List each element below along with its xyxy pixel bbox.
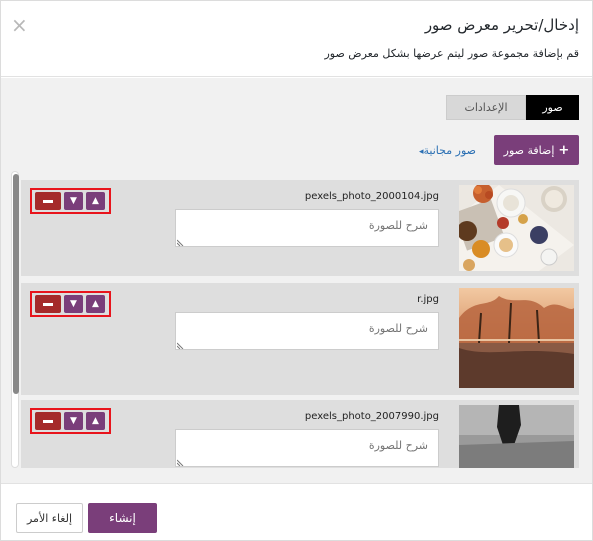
gallery-dialog: × إدخال/تحرير معرض صور قم بإضافة مجموعة … xyxy=(0,0,593,541)
gallery-item: pexels_photo_2007990.jpg ▼ ▲ xyxy=(21,400,579,468)
image-thumbnail xyxy=(459,185,574,271)
cancel-button[interactable]: إلغاء الأمر xyxy=(16,503,83,533)
dialog-footer: إنشاء إلغاء الأمر xyxy=(1,483,592,540)
close-icon[interactable]: × xyxy=(11,15,28,35)
move-down-button[interactable]: ▼ xyxy=(64,412,83,430)
image-thumbnail xyxy=(459,288,574,388)
move-up-button[interactable]: ▲ xyxy=(86,192,105,210)
image-filename: pexels_photo_2007990.jpg xyxy=(304,411,439,422)
resize-grip-icon[interactable] xyxy=(177,238,185,246)
move-up-button[interactable]: ▲ xyxy=(86,295,105,313)
remove-button[interactable] xyxy=(35,192,61,210)
add-images-button[interactable]: + إضافة صور xyxy=(494,135,579,165)
caret-down-icon: ▼ xyxy=(70,196,77,206)
item-controls: ▼ ▲ xyxy=(30,408,111,434)
tab-photos[interactable]: صور xyxy=(526,95,579,120)
minus-icon xyxy=(43,199,53,203)
scrollbar-thumb[interactable] xyxy=(13,174,19,394)
free-images-link[interactable]: صور مجانية◂ xyxy=(416,144,476,157)
caption-input[interactable] xyxy=(175,429,439,467)
gallery-item: r.jpg ▼ ▲ xyxy=(21,283,579,395)
caret-up-icon: ▲ xyxy=(92,416,99,426)
resize-grip-icon[interactable] xyxy=(177,341,185,349)
caret-down-icon: ▼ xyxy=(70,299,77,309)
image-filename: pexels_photo_2000104.jpg xyxy=(304,191,439,202)
create-button[interactable]: إنشاء xyxy=(88,503,157,533)
dialog-body: صور الإعدادات + إضافة صور صور مجانية◂ pe… xyxy=(1,78,592,483)
minus-icon xyxy=(43,419,53,423)
caret-down-icon: ▼ xyxy=(70,416,77,426)
caret-up-icon: ▲ xyxy=(92,196,99,206)
plus-icon: + xyxy=(558,142,570,158)
caret-up-icon: ▲ xyxy=(92,299,99,309)
dialog-subtitle: قم بإضافة مجموعة صور ليتم عرضها بشكل معر… xyxy=(324,47,579,60)
caption-input[interactable] xyxy=(175,209,439,247)
dialog-header: × إدخال/تحرير معرض صور قم بإضافة مجموعة … xyxy=(1,1,592,77)
remove-button[interactable] xyxy=(35,412,61,430)
image-filename: r.jpg xyxy=(417,294,439,305)
resize-grip-icon[interactable] xyxy=(177,458,185,466)
move-up-button[interactable]: ▲ xyxy=(86,412,105,430)
free-images-label: صور مجانية xyxy=(423,144,476,157)
move-down-button[interactable]: ▼ xyxy=(64,295,83,313)
caption-input[interactable] xyxy=(175,312,439,350)
move-down-button[interactable]: ▼ xyxy=(64,192,83,210)
tab-settings[interactable]: الإعدادات xyxy=(446,95,526,120)
item-controls: ▼ ▲ xyxy=(30,291,111,317)
gallery-item: pexels_photo_2000104.jpg ▼ ▲ xyxy=(21,180,579,276)
scrollbar[interactable] xyxy=(11,171,19,468)
remove-button[interactable] xyxy=(35,295,61,313)
add-images-label: إضافة صور xyxy=(503,143,555,157)
dialog-title: إدخال/تحرير معرض صور xyxy=(424,16,579,34)
minus-icon xyxy=(43,302,53,306)
image-thumbnail xyxy=(459,405,574,468)
item-controls: ▼ ▲ xyxy=(30,188,111,214)
